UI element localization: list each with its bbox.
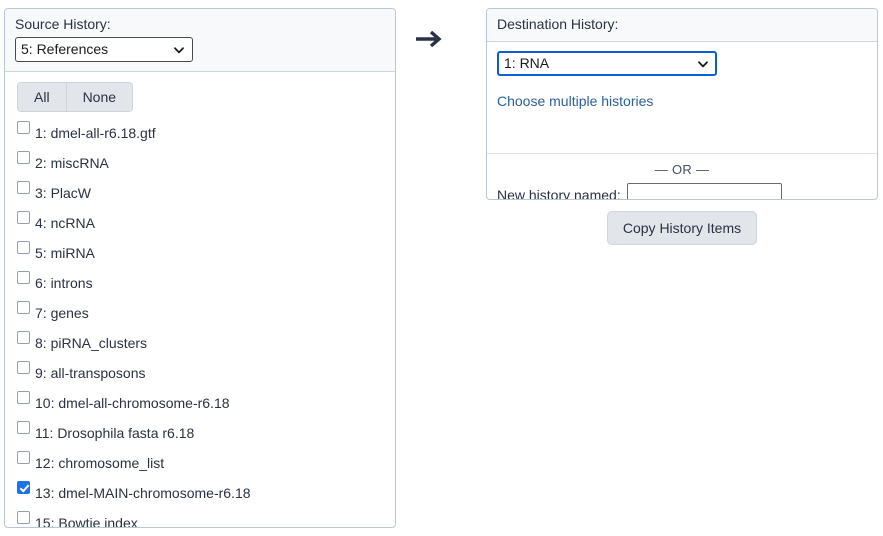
list-item-label: 13: dmel-MAIN-chromosome-r6.18: [35, 484, 251, 501]
list-item[interactable]: 5: miRNA: [17, 238, 395, 268]
destination-history-body: 1: RNA Choose multiple histories: [487, 42, 877, 154]
list-item[interactable]: 11: Drosophila fasta r6.18: [17, 418, 395, 448]
new-history-label: New history named:: [497, 186, 621, 200]
list-item-label: 1: dmel-all-r6.18.gtf: [35, 124, 156, 141]
selection-button-group: All None: [17, 82, 134, 112]
checkbox-unchecked[interactable]: [17, 121, 30, 134]
list-item-label: 12: chromosome_list: [35, 454, 165, 471]
list-item[interactable]: 15: Bowtie index: [17, 508, 395, 528]
list-item[interactable]: 4: ncRNA: [17, 208, 395, 238]
arrow-right-icon: [411, 22, 445, 56]
checkbox-checked[interactable]: [17, 481, 30, 494]
new-history-name-input[interactable]: [626, 183, 782, 199]
destination-history-select-wrap: 1: RNA: [497, 51, 717, 76]
list-item[interactable]: 13: dmel-MAIN-chromosome-r6.18: [17, 478, 395, 508]
destination-history-select[interactable]: 1: RNA: [497, 51, 717, 76]
checkbox-unchecked[interactable]: [17, 271, 30, 284]
checkbox-unchecked[interactable]: [17, 511, 30, 524]
checkbox-unchecked[interactable]: [17, 301, 30, 314]
source-item-list: 1: dmel-all-r6.18.gtf 2: miscRNA 3: PlacW 4…: [5, 112, 395, 528]
list-item-label: 10: dmel-all-chromosome-r6.18: [35, 394, 230, 411]
list-item[interactable]: 10: dmel-all-chromosome-r6.18: [17, 388, 395, 418]
list-item[interactable]: 9: all-transposons: [17, 358, 395, 388]
list-item[interactable]: 1: dmel-all-r6.18.gtf: [17, 118, 395, 148]
source-history-panel: Source History: 5: References All None 1…: [4, 8, 396, 528]
list-item-label: 4: ncRNA: [35, 214, 95, 231]
source-history-select-wrap: 5: References: [15, 37, 193, 62]
history-copy-screen: Source History: 5: References All None 1…: [0, 0, 883, 536]
checkbox-unchecked[interactable]: [17, 241, 30, 254]
select-none-button[interactable]: None: [65, 83, 133, 111]
source-history-select[interactable]: 5: References: [15, 37, 193, 62]
list-item[interactable]: 6: introns: [17, 268, 395, 298]
list-item[interactable]: 2: miscRNA: [17, 148, 395, 178]
copy-button-container: Copy History Items: [486, 211, 878, 245]
list-item-label: 15: Bowtie index: [35, 514, 138, 528]
list-item[interactable]: 3: PlacW: [17, 178, 395, 208]
list-item-label: 3: PlacW: [35, 184, 92, 201]
checkbox-unchecked[interactable]: [17, 361, 30, 374]
copy-history-items-button[interactable]: Copy History Items: [606, 211, 758, 245]
list-item[interactable]: 7: genes: [17, 298, 395, 328]
new-history-row: New history named:: [497, 183, 867, 200]
or-separator-text: — OR —: [654, 162, 710, 177]
checkbox-unchecked[interactable]: [17, 331, 30, 344]
choose-multiple-histories-link[interactable]: Choose multiple histories: [497, 93, 653, 109]
list-item[interactable]: 8: piRNA_clusters: [17, 328, 395, 358]
list-item-label: 2: miscRNA: [35, 154, 109, 171]
checkbox-unchecked[interactable]: [17, 451, 30, 464]
checkbox-unchecked[interactable]: [17, 391, 30, 404]
list-item-label: 6: introns: [35, 274, 93, 291]
checkbox-unchecked[interactable]: [17, 181, 30, 194]
destination-history-panel: Destination History: 1: RNA Choose multi…: [486, 8, 878, 200]
destination-history-label: Destination History:: [487, 9, 877, 42]
select-all-button[interactable]: All: [18, 83, 66, 111]
source-history-label: Source History:: [15, 16, 111, 32]
list-item-label: 11: Drosophila fasta r6.18: [35, 424, 195, 441]
new-history-section: — OR — New history named:: [487, 154, 877, 200]
list-item-label: 8: piRNA_clusters: [35, 334, 148, 351]
list-item-label: 5: miRNA: [35, 244, 95, 261]
checkbox-unchecked[interactable]: [17, 151, 30, 164]
source-history-header: Source History: 5: References: [5, 9, 395, 72]
checkbox-unchecked[interactable]: [17, 421, 30, 434]
checkbox-unchecked[interactable]: [17, 211, 30, 224]
list-item[interactable]: 12: chromosome_list: [17, 448, 395, 478]
list-item-label: 7: genes: [35, 304, 89, 321]
list-item-label: 9: all-transposons: [35, 364, 146, 381]
